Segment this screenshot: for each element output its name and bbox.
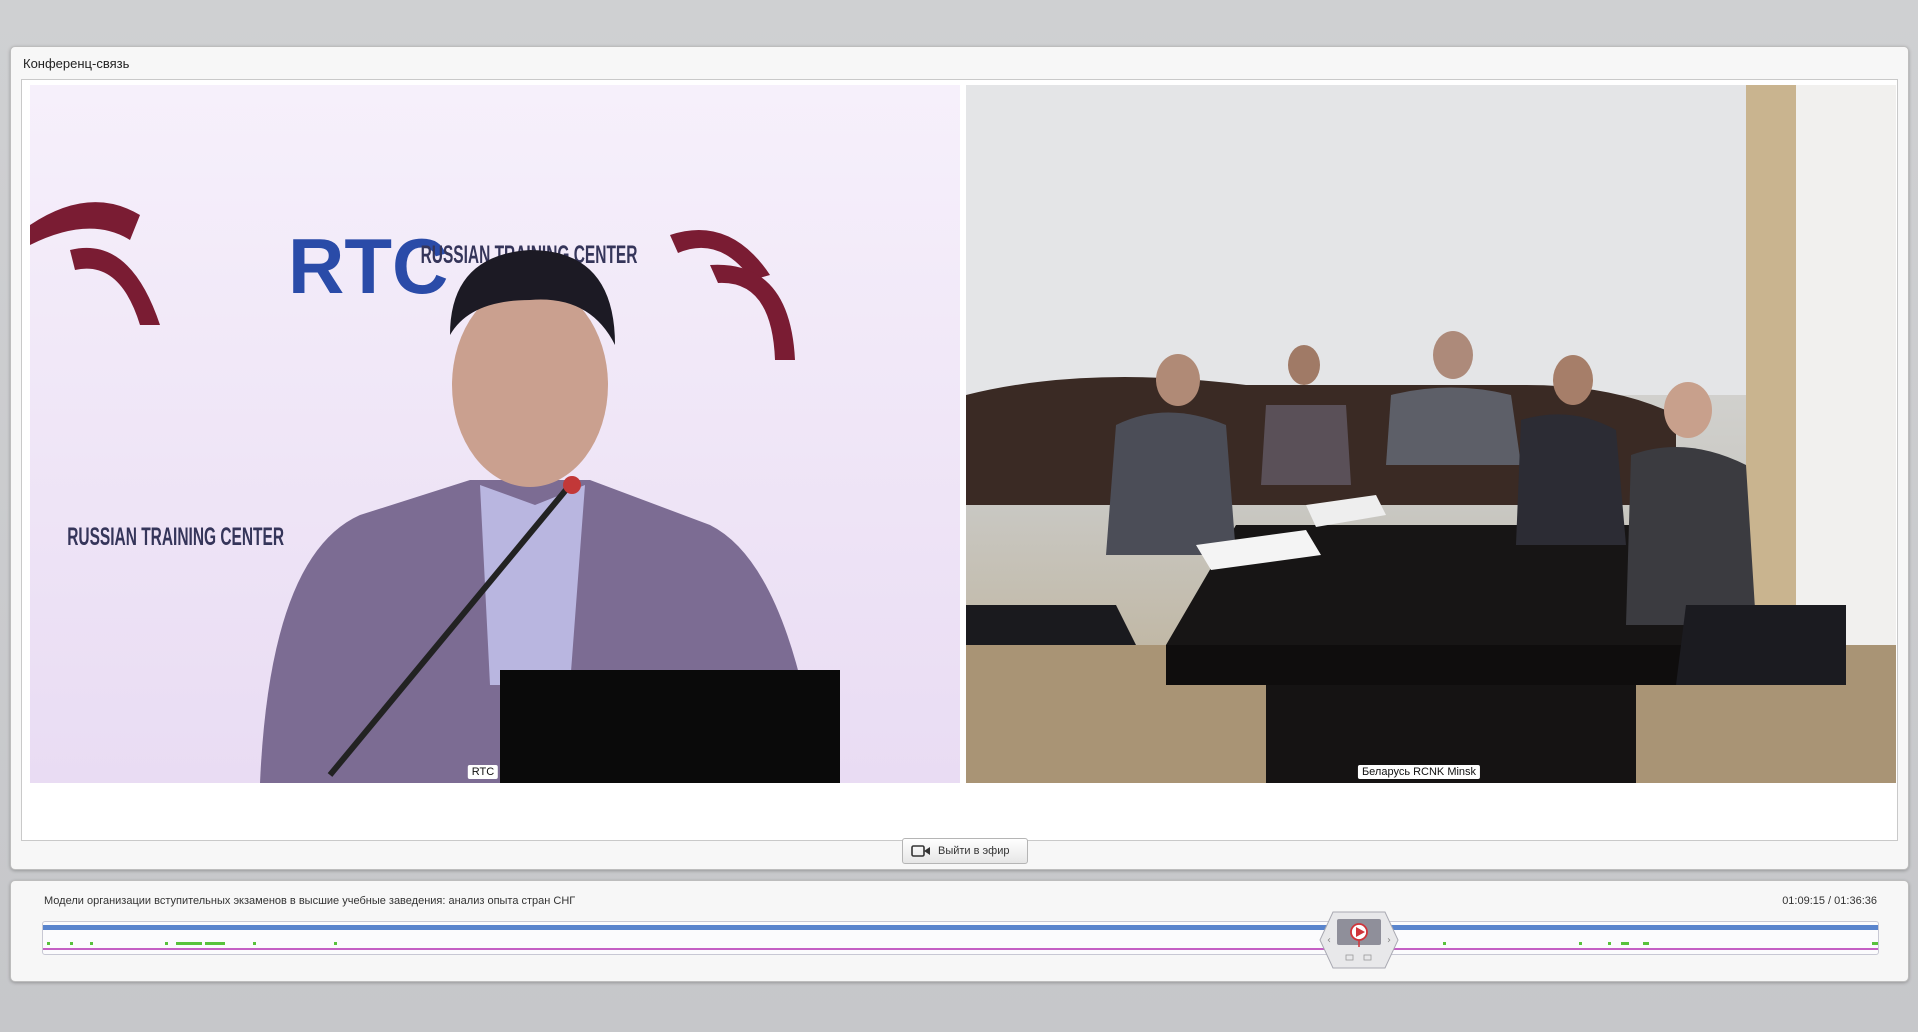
timeline-track[interactable] [42,921,1879,955]
video-frame-rtc: RTC RUSSIAN TRAINING CENTER RUSSIAN TRAI… [30,202,840,783]
timeline-panel: Модели организации вступительных экзамен… [10,880,1909,982]
backdrop-text-left: RUSSIAN TRAINING CENTER [67,523,284,551]
go-live-label: Выйти в эфир [938,845,1010,857]
svg-text:›: › [1387,935,1391,946]
timeline-track-graphic [43,925,1878,950]
playhead-icon: ‹ › [1319,911,1399,969]
timeline-playhead[interactable]: ‹ › [1319,911,1399,969]
timeline-title: Модели организации вступительных экзамен… [44,895,576,907]
camera-icon [911,845,930,857]
svg-text:‹: ‹ [1327,935,1331,946]
panel-title: Конференц-связь [23,56,130,71]
video-tile-rtc[interactable]: RTC RUSSIAN TRAINING CENTER RUSSIAN TRAI… [30,85,960,783]
video-tile-minsk[interactable]: Беларусь RCNK Minsk [966,85,1896,783]
video-label-minsk: Беларусь RCNK Minsk [1357,765,1481,779]
conference-panel: Конференц-связь RTC RUSSIAN TRAINING CEN… [10,46,1909,870]
video-area: RTC RUSSIAN TRAINING CENTER RUSSIAN TRAI… [21,79,1898,841]
timeline-time-display: 01:09:15 / 01:36:36 [1782,895,1877,907]
video-frame-minsk [966,85,1896,783]
video-label-rtc: RTC [467,765,499,779]
go-live-button[interactable]: Выйти в эфир [902,838,1028,864]
